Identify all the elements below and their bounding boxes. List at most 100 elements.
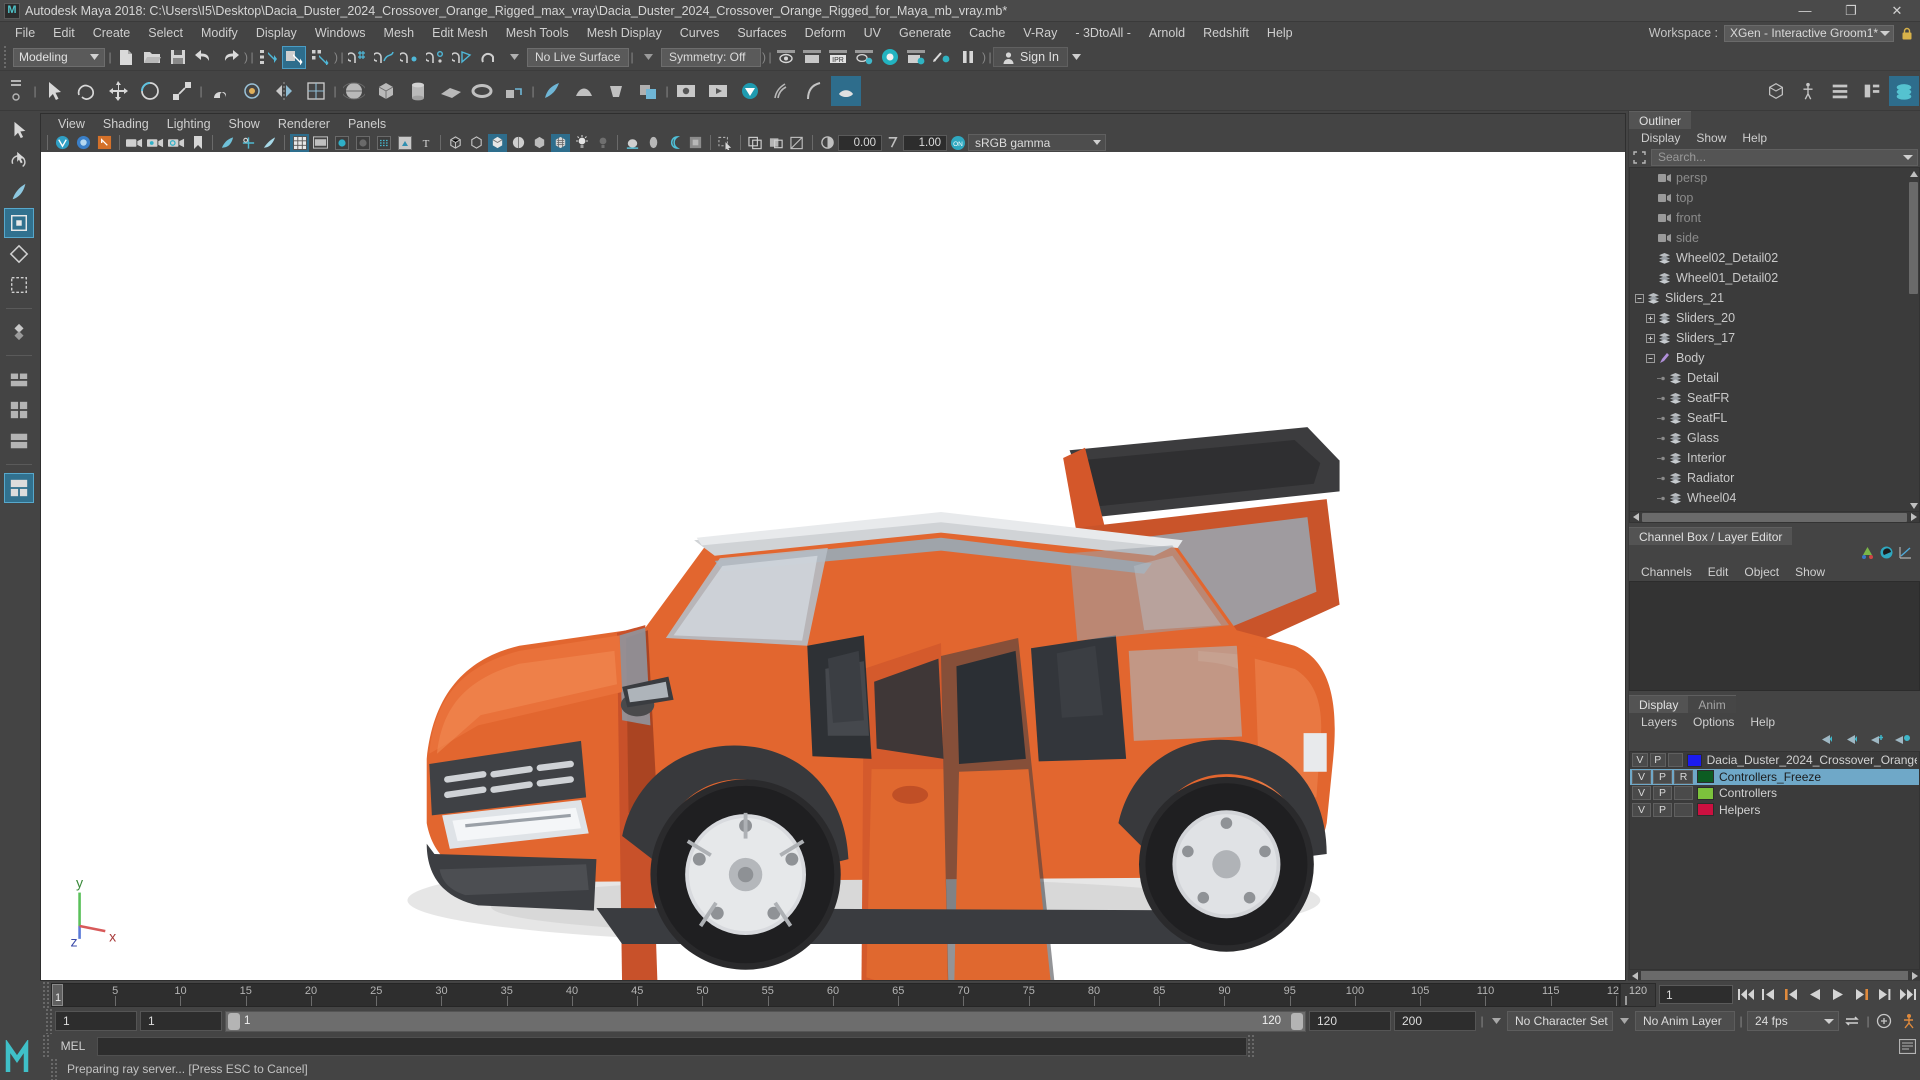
scale-tool-shelf-icon[interactable] [167,76,197,106]
lasso-shelf-icon[interactable] [71,76,101,106]
persp-viewport[interactable]: y z x [41,152,1625,980]
xray-joints-icon[interactable] [746,134,765,152]
shadow-light-icon[interactable] [593,134,612,152]
outliner-search-input[interactable]: Search... [1651,148,1918,166]
light-editor-icon[interactable] [930,46,954,69]
layer-color-swatch[interactable] [1697,770,1714,784]
play-forwards-icon[interactable] [1828,984,1848,1006]
outliner-item-side[interactable]: side [1630,228,1919,248]
rotate-tool[interactable] [4,239,34,269]
graph-editor-icon[interactable] [1899,546,1912,562]
outliner-item-persp[interactable]: persp [1630,168,1919,188]
hair-shelf-icon[interactable] [799,76,829,106]
select-tool[interactable] [4,115,34,145]
statusline-grip[interactable] [2,46,10,68]
menu-select[interactable]: Select [139,24,192,42]
lasso-select-tool[interactable] [4,146,34,176]
render-view-icon[interactable] [774,46,798,69]
viewport-menu-panels[interactable]: Panels [339,116,395,132]
layer-v-toggle[interactable]: V [1632,802,1651,817]
help-line-grip[interactable] [50,1058,57,1080]
exposure-icon[interactable] [818,134,837,152]
tree-leaf-dot-icon[interactable] [1656,433,1667,444]
menu-help[interactable]: Help [1258,24,1302,42]
command-splitter[interactable] [1247,1034,1254,1058]
combine-shelf-icon[interactable] [633,76,663,106]
multisample-icon[interactable] [665,134,684,152]
outliner-menu-display[interactable]: Display [1633,130,1688,146]
new-scene-icon[interactable] [114,46,138,69]
collapse-minus-icon[interactable] [1634,293,1645,304]
new-layer-from-selected-icon[interactable] [1894,733,1910,749]
aa-icon[interactable] [353,134,372,152]
color-space-dropdown[interactable]: sRGB gamma [968,134,1106,151]
two-dof-icon[interactable] [239,134,258,152]
image-plane-icon[interactable] [218,134,237,152]
grid-icon[interactable] [290,133,309,152]
select-component-icon[interactable] [308,46,332,69]
auto-key-icon[interactable] [1874,1010,1894,1032]
command-language-label[interactable]: MEL [49,1039,97,1053]
modeling-toolkit-icon[interactable] [1761,76,1791,106]
undo-icon[interactable] [192,46,216,69]
polygon-torus-shelf-icon[interactable] [467,76,497,106]
xray-icon[interactable] [446,134,465,152]
tree-leaf-dot-icon[interactable] [1656,453,1667,464]
camera-settings-icon[interactable] [167,134,186,152]
outliner-horizontal-scrollbar[interactable] [1629,512,1920,523]
layer-p-toggle[interactable]: P [1653,786,1672,801]
range-end-handle[interactable] [1291,1012,1303,1030]
render-setup-icon[interactable] [904,46,928,69]
range-end-field[interactable]: 120 [1309,1011,1391,1031]
persp-graph-layout[interactable] [4,473,34,503]
tree-leaf-dot-icon[interactable] [1656,473,1667,484]
layer-r-toggle[interactable] [1674,786,1693,801]
frame-selection-icon[interactable] [1631,150,1648,165]
screen-space-ao-icon[interactable] [623,134,642,152]
close-button[interactable]: ✕ [1874,0,1920,21]
character-set-dropdown[interactable]: No Character Set [1507,1011,1613,1031]
snap-view-plane-icon[interactable] [450,46,474,69]
time-slider[interactable]: 1 5 10 15 20 25 30 35 40 45 50 55 60 65 70 75 80 85 90 95 1… [51,982,1620,1007]
isolate-select-icon[interactable] [716,134,735,152]
scroll-down-arrow-icon[interactable] [1908,500,1919,511]
outliner-item-sliders_21[interactable]: Sliders_21 [1630,288,1919,308]
hypershade-icon[interactable] [878,46,902,69]
command-input[interactable] [97,1036,1247,1056]
film-gate-icon[interactable] [311,134,330,152]
vray-frame-buffer-shelf-icon[interactable] [735,76,765,106]
workspace-dropdown[interactable]: XGen - Interactive Groom1* [1724,24,1894,42]
menu-windows[interactable]: Windows [306,24,375,42]
animation-end-field[interactable]: 200 [1394,1011,1476,1031]
menu-curves[interactable]: Curves [671,24,729,42]
shelf-grip[interactable]: | [32,81,38,100]
batch-render-shelf-icon[interactable] [703,76,733,106]
menu-create[interactable]: Create [84,24,140,42]
use-default-light-icon[interactable] [572,134,591,152]
move-layer-up-icon[interactable] [1819,733,1835,749]
range-slider-grip[interactable] [45,1008,52,1034]
persp-outliner-layout[interactable] [4,426,34,456]
outliner-item-interior[interactable]: Interior [1630,448,1919,468]
select-tool-shelf-icon[interactable] [39,76,69,106]
resolution-gate-icon[interactable] [260,134,279,152]
layer-horizontal-scrollbar[interactable] [1629,970,1920,981]
gamma-value[interactable]: 1.00 [903,134,947,151]
gamma-correct-icon[interactable] [788,134,807,152]
ao-icon[interactable] [395,134,414,152]
channelbox-menu-object[interactable]: Object [1736,564,1787,580]
layer-p-toggle[interactable]: P [1653,769,1672,784]
viewport-menu-lighting[interactable]: Lighting [158,116,220,132]
render-current-frame-icon[interactable] [800,46,824,69]
outliner-item-wheel04[interactable]: Wheel04 [1630,488,1919,508]
menu-display[interactable]: Display [247,24,306,42]
layer-color-swatch[interactable] [1697,803,1714,817]
viewport-menu-view[interactable]: View [49,116,94,132]
depth-of-field-icon[interactable] [686,134,705,152]
menu-edit-mesh[interactable]: Edit Mesh [423,24,497,42]
tool-settings-icon[interactable] [1889,75,1919,106]
display-layer-list[interactable]: VPDacia_Duster_2024_Crossover_Orange_Rig… [1629,751,1920,970]
hardware-texture-icon[interactable] [551,133,570,152]
extrude-shelf-icon[interactable] [499,76,529,106]
gpu-override-icon[interactable] [95,134,114,152]
